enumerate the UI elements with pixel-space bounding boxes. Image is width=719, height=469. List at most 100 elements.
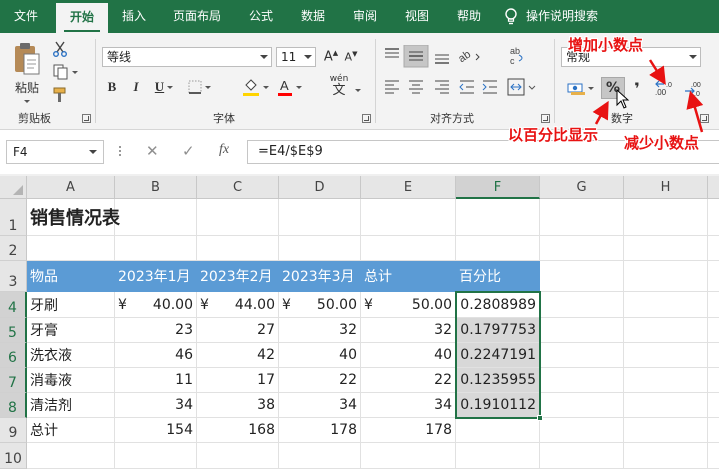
value-cell[interactable]: 32 — [361, 318, 456, 343]
cell-d1[interactable] — [279, 199, 361, 236]
increase-font-button[interactable]: A▲ — [322, 47, 340, 67]
font-launcher[interactable] — [362, 114, 371, 123]
cell-i2[interactable] — [708, 236, 719, 261]
totals-cell[interactable]: 168 — [197, 418, 279, 443]
cell-f10[interactable] — [456, 443, 540, 469]
value-cell[interactable]: 22 — [279, 368, 361, 393]
row-header-2[interactable]: 2 — [0, 236, 27, 261]
accounting-format-button[interactable] — [562, 77, 598, 99]
cell-h1[interactable] — [624, 199, 708, 236]
header-cell[interactable]: 总计 — [361, 261, 456, 292]
increase-decimal-button[interactable]: .00 .0 — [652, 77, 678, 99]
cell-g8[interactable] — [540, 393, 624, 418]
cell-i10[interactable] — [708, 443, 719, 469]
value-cell[interactable]: 32 — [279, 318, 361, 343]
row-header-10[interactable]: 10 — [0, 443, 27, 469]
cell-h4[interactable] — [624, 292, 708, 318]
font-color-button[interactable]: A — [274, 75, 304, 99]
value-cell[interactable]: 34 — [115, 393, 197, 418]
cell-d10[interactable] — [279, 443, 361, 469]
header-cell[interactable]: 物品 — [27, 261, 115, 292]
totals-label[interactable]: 总计 — [27, 418, 115, 443]
value-cell[interactable]: 11 — [115, 368, 197, 393]
number-launcher[interactable] — [700, 114, 709, 123]
cell-g10[interactable] — [540, 443, 624, 469]
underline-button[interactable]: U — [150, 77, 178, 97]
header-cell[interactable]: 2023年2月 — [197, 261, 279, 292]
italic-button[interactable]: I — [127, 77, 145, 97]
cell-b1[interactable] — [115, 199, 197, 236]
font-size-select[interactable]: 11 — [276, 47, 316, 67]
cell-i4[interactable] — [708, 292, 719, 318]
row-header-5[interactable]: 5 — [0, 318, 27, 343]
cell-c2[interactable] — [197, 236, 279, 261]
value-cell[interactable]: 23 — [115, 318, 197, 343]
cell-g9[interactable] — [540, 418, 624, 443]
value-cell[interactable]: 40 — [361, 343, 456, 368]
row-header-7[interactable]: 7 — [0, 368, 27, 393]
name-box[interactable]: F4 — [6, 140, 104, 164]
cell-d2[interactable] — [279, 236, 361, 261]
decrease-font-button[interactable]: A▼ — [342, 47, 360, 67]
col-header-a[interactable]: A — [27, 176, 115, 199]
value-cell[interactable]: ¥44.00 — [197, 292, 279, 318]
percent-cell[interactable]: 0.1910112 — [456, 393, 540, 418]
format-painter-button[interactable] — [50, 85, 70, 105]
cell-h2[interactable] — [624, 236, 708, 261]
cell-h7[interactable] — [624, 368, 708, 393]
cell-h10[interactable] — [624, 443, 708, 469]
cell-c10[interactable] — [197, 443, 279, 469]
decrease-decimal-button[interactable]: .00 .0 — [680, 77, 706, 99]
row-header-3[interactable]: 3 — [0, 261, 27, 292]
tab-view[interactable]: 视图 — [394, 0, 440, 33]
phonetic-button[interactable]: wén 文 — [326, 73, 352, 99]
comma-style-button[interactable]: ❜ — [628, 77, 646, 99]
cell-g6[interactable] — [540, 343, 624, 368]
percent-cell[interactable]: 0.2247191 — [456, 343, 540, 368]
font-name-select[interactable]: 等线 — [102, 47, 272, 67]
item-cell[interactable]: 牙膏 — [27, 318, 115, 343]
col-header-d[interactable]: D — [279, 176, 361, 199]
cell-f2[interactable] — [456, 236, 540, 261]
item-cell[interactable]: 牙刷 — [27, 292, 115, 318]
border-button[interactable] — [184, 77, 214, 97]
row-header-1[interactable]: 1 — [0, 199, 27, 236]
tab-help[interactable]: 帮助 — [446, 0, 492, 33]
cell-h9[interactable] — [624, 418, 708, 443]
cell-f1[interactable] — [456, 199, 540, 236]
cell-h3[interactable] — [624, 261, 708, 292]
col-header-e[interactable]: E — [361, 176, 456, 199]
value-cell[interactable]: ¥40.00 — [115, 292, 197, 318]
chevron-down-icon[interactable] — [355, 89, 361, 92]
header-cell[interactable]: 2023年3月 — [279, 261, 361, 292]
value-cell[interactable]: ¥50.00 — [361, 292, 456, 318]
row-header-9[interactable]: 9 — [0, 418, 27, 443]
fill-handle[interactable] — [537, 415, 543, 421]
fill-color-button[interactable] — [240, 75, 270, 99]
tab-home[interactable]: 开始 — [56, 3, 108, 33]
value-cell[interactable]: 22 — [361, 368, 456, 393]
percent-cell[interactable]: 0.2808989 — [456, 292, 540, 318]
tab-formulas[interactable]: 公式 — [238, 0, 284, 33]
cell-i9[interactable] — [708, 418, 719, 443]
cell-c1[interactable] — [197, 199, 279, 236]
formula-bar-grip[interactable] — [119, 144, 123, 160]
percent-cell[interactable]: 0.1235955 — [456, 368, 540, 393]
cell-h6[interactable] — [624, 343, 708, 368]
header-cell[interactable]: 百分比 — [456, 261, 540, 292]
tab-review[interactable]: 审阅 — [342, 0, 388, 33]
insert-function-icon[interactable]: fx — [219, 142, 229, 158]
cell-g3[interactable] — [540, 261, 624, 292]
bold-button[interactable]: B — [103, 77, 121, 97]
tab-file[interactable]: 文件 — [0, 0, 52, 33]
cut-button[interactable] — [50, 39, 70, 59]
value-cell[interactable]: 34 — [361, 393, 456, 418]
cell-i7[interactable] — [708, 368, 719, 393]
cell-i8[interactable] — [708, 393, 719, 418]
header-cell[interactable]: 2023年1月 — [115, 261, 197, 292]
cell-a10[interactable] — [27, 443, 115, 469]
cell-b10[interactable] — [115, 443, 197, 469]
cell-f9[interactable] — [456, 418, 540, 443]
cell-i3[interactable] — [708, 261, 719, 292]
totals-cell[interactable]: 154 — [115, 418, 197, 443]
